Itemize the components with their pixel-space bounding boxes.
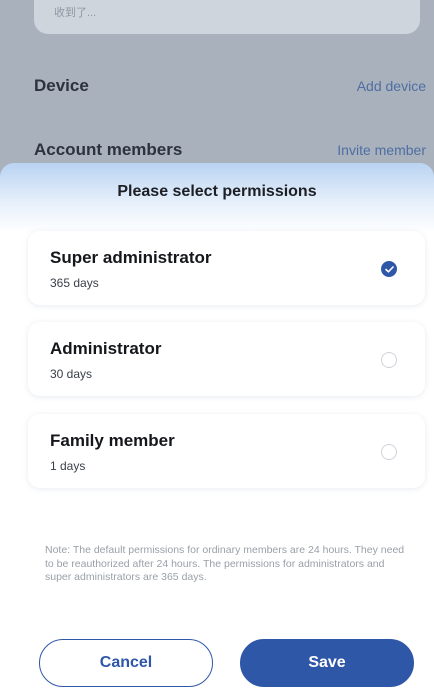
add-device-link[interactable]: Add device (357, 78, 426, 94)
option-duration: 1 days (50, 459, 86, 473)
save-button[interactable]: Save (240, 639, 414, 687)
option-duration: 365 days (50, 276, 99, 290)
account-members-row: Account members Invite member (34, 140, 426, 164)
background-card: 收到了... (34, 0, 420, 34)
option-name: Family member (50, 431, 175, 450)
cancel-button[interactable]: Cancel (39, 639, 213, 687)
option-super-administrator[interactable]: Super administrator 365 days (28, 231, 425, 305)
option-name: Administrator (50, 339, 162, 358)
sheet-title: Please select permissions (117, 183, 317, 200)
invite-member-link[interactable]: Invite member (337, 142, 426, 158)
permissions-note: Note: The default permissions for ordina… (45, 544, 405, 583)
device-row: Device Add device (34, 76, 426, 100)
permissions-sheet: Please select permissions Super administ… (0, 163, 434, 698)
background-card-text: 收到了... (54, 7, 97, 19)
option-administrator[interactable]: Administrator 30 days (28, 322, 425, 396)
device-label: Device (34, 76, 89, 95)
option-family-member[interactable]: Family member 1 days (28, 414, 425, 488)
option-name: Super administrator (50, 248, 212, 267)
option-duration: 30 days (50, 367, 93, 381)
radio-unchecked-icon[interactable] (381, 352, 397, 368)
radio-unchecked-icon[interactable] (381, 444, 397, 460)
account-members-label: Account members (34, 140, 183, 159)
radio-checked-icon[interactable] (381, 261, 397, 277)
